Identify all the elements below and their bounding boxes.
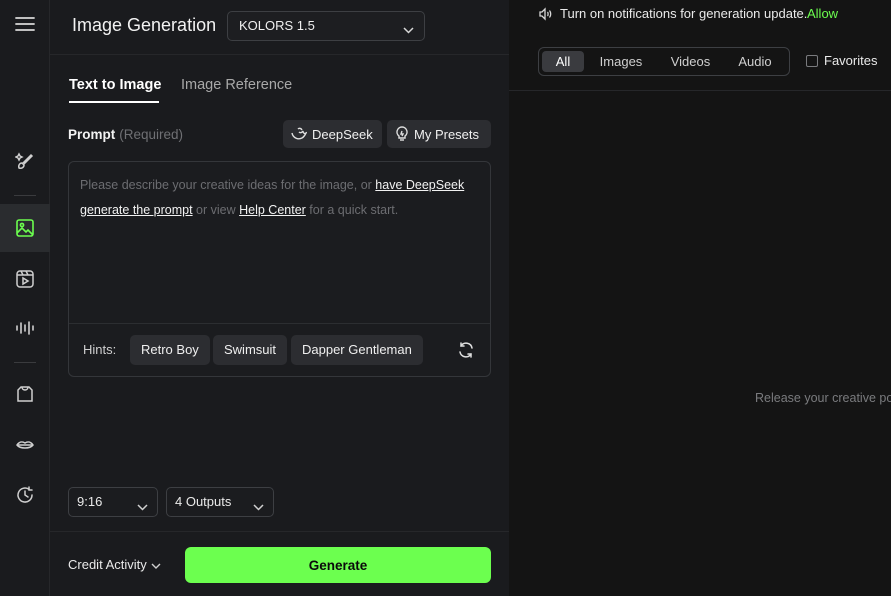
credit-activity-label: Credit Activity: [68, 557, 147, 572]
hint-chip-dapper-gentleman[interactable]: Dapper Gentleman: [291, 335, 423, 365]
menu-icon[interactable]: [0, 0, 50, 48]
media-filter-segment: All Images Videos Audio: [538, 47, 790, 76]
outputs-select[interactable]: 4 Outputs: [166, 487, 274, 517]
credit-activity-dropdown[interactable]: Credit Activity: [68, 557, 161, 572]
placeholder-text: or view: [192, 203, 240, 217]
hints-label: Hints:: [83, 342, 117, 357]
aspect-ratio-value: 9:16: [77, 494, 103, 509]
filter-videos[interactable]: Videos: [663, 51, 718, 72]
shirt-icon[interactable]: [0, 370, 50, 418]
history-icon[interactable]: [0, 471, 50, 519]
outputs-value: 4 Outputs: [175, 494, 232, 509]
notification-text: Turn on notifications for generation upd…: [560, 6, 808, 21]
hint-chip-retro-boy[interactable]: Retro Boy: [130, 335, 210, 365]
left-rail: [0, 0, 50, 596]
generate-button[interactable]: Generate: [185, 547, 491, 583]
my-presets-button[interactable]: My Presets: [387, 120, 491, 148]
chevron-down-icon: [403, 21, 414, 39]
page-title: Image Generation: [72, 15, 217, 35]
chevron-down-icon: [137, 498, 148, 516]
tab-text-to-image[interactable]: Text to Image: [69, 77, 161, 93]
model-select[interactable]: KOLORS 1.5: [227, 11, 425, 41]
hints-row: Hints: Retro Boy Swimsuit Dapper Gentlem…: [69, 323, 490, 376]
help-center-link[interactable]: Help Center: [239, 203, 306, 217]
chevron-down-icon: [151, 563, 161, 569]
refresh-icon[interactable]: [457, 341, 475, 364]
prompt-required-text: (Required): [119, 127, 184, 142]
results-area: Turn on notifications for generation upd…: [509, 0, 891, 596]
lightbulb-icon: [396, 126, 408, 141]
deepseek-button[interactable]: DeepSeek: [283, 120, 382, 148]
speaker-icon: [538, 7, 552, 26]
audio-wave-icon[interactable]: [0, 304, 50, 352]
filter-images[interactable]: Images: [591, 51, 651, 72]
my-presets-label: My Presets: [414, 126, 480, 142]
model-select-value: KOLORS 1.5: [239, 18, 315, 33]
lips-icon[interactable]: [0, 421, 50, 469]
hint-chip-swimsuit[interactable]: Swimsuit: [213, 335, 288, 365]
prompt-label: Prompt (Required): [68, 127, 183, 142]
panel-header: Image Generation KOLORS 1.5: [50, 0, 509, 55]
rail-divider: [14, 195, 36, 196]
notification-bar: Turn on notifications for generation upd…: [509, 0, 891, 30]
magic-brush-icon[interactable]: [0, 138, 50, 186]
chevron-down-icon: [253, 498, 264, 516]
placeholder-text: Please describe your creative ideas for …: [80, 178, 376, 192]
rail-divider: [14, 362, 36, 363]
prompt-textarea[interactable]: Please describe your creative ideas for …: [68, 161, 491, 377]
video-icon[interactable]: [0, 255, 50, 303]
app-root: Image Generation KOLORS 1.5 Text to Imag…: [0, 0, 891, 596]
tab-image-reference[interactable]: Image Reference: [181, 77, 292, 93]
deepseek-button-label: DeepSeek: [312, 126, 373, 142]
image-icon[interactable]: [0, 204, 50, 252]
filter-all[interactable]: All: [542, 51, 584, 72]
placeholder-text: for a quick start.: [305, 203, 399, 217]
filter-bar: All Images Videos Audio Favorites: [509, 30, 891, 91]
prompt-placeholder: Please describe your creative ideas for …: [80, 173, 480, 223]
aspect-ratio-select[interactable]: 9:16: [68, 487, 158, 517]
empty-state-message: Release your creative po: [755, 391, 891, 405]
prompt-label-text: Prompt: [68, 127, 116, 142]
favorites-label: Favorites: [824, 53, 878, 68]
deepseek-whale-icon: [291, 127, 307, 140]
allow-notifications-link[interactable]: Allow: [807, 6, 838, 21]
active-tab-indicator: [69, 101, 159, 103]
panel-footer: Credit Activity Generate: [50, 531, 509, 596]
filter-audio[interactable]: Audio: [727, 51, 783, 72]
generation-panel: Image Generation KOLORS 1.5 Text to Imag…: [50, 0, 509, 596]
favorites-checkbox[interactable]: [806, 55, 818, 67]
